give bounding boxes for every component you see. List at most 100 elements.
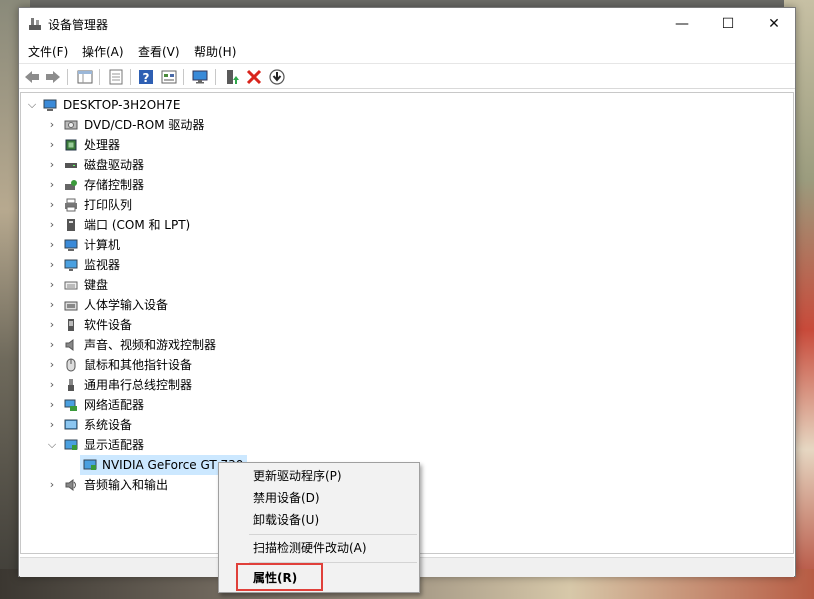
disk-drive-icon <box>65 163 77 168</box>
expand-chevron-icon[interactable]: › <box>47 415 57 435</box>
expand-chevron-icon[interactable]: › <box>47 375 57 395</box>
tree-category-speaker[interactable]: › 声音、视频和游戏控制器 <box>47 335 307 355</box>
expand-chevron-icon[interactable]: › <box>47 235 57 255</box>
menu-update-driver[interactable]: 更新驱动程序(P) <box>219 465 419 487</box>
menu-action[interactable]: 操作(A) <box>82 43 124 60</box>
computer-root-icon <box>43 99 57 111</box>
tree-category-label: 人体学输入设备 <box>84 298 169 312</box>
expand-chevron-icon[interactable]: › <box>47 135 57 155</box>
storage-controller-icon <box>65 180 77 190</box>
network-adapter-icon <box>64 399 77 411</box>
close-button[interactable]: ✕ <box>751 8 797 40</box>
menu-separator <box>249 534 417 535</box>
expand-chevron-icon[interactable]: › <box>47 335 57 355</box>
tree-category-storage-controller[interactable]: › 存储控制器 <box>47 175 307 195</box>
expand-chevron-icon[interactable]: › <box>47 195 57 215</box>
tree-category-hid[interactable]: › 人体学输入设备 <box>47 295 307 315</box>
minimize-button[interactable]: — <box>659 8 705 40</box>
display-adapter-icon <box>83 459 97 470</box>
usb-icon <box>68 379 74 391</box>
tree-category-label: 磁盘驱动器 <box>84 158 145 172</box>
display-adapter-icon <box>64 439 78 450</box>
tree-category-processor[interactable]: › 处理器 <box>47 135 307 155</box>
expand-chevron-icon[interactable]: › <box>47 275 57 295</box>
tree-category-label: 通用串行总线控制器 <box>84 378 193 392</box>
speaker-icon <box>65 339 74 351</box>
tree-category-software-device[interactable]: › 软件设备 <box>47 315 307 335</box>
monitor-icon[interactable] <box>191 68 209 86</box>
device-manager-icon <box>29 18 41 30</box>
tree-category-label: 音频输入和输出 <box>84 478 169 492</box>
menu-disable-device[interactable]: 禁用设备(D) <box>219 487 419 509</box>
expand-chevron-icon[interactable]: › <box>47 355 57 375</box>
maximize-button[interactable]: ☐ <box>705 8 751 40</box>
document-icon[interactable] <box>107 68 125 86</box>
tree-category-label: 鼠标和其他指针设备 <box>84 358 193 372</box>
tree-category-label: 监视器 <box>84 258 121 272</box>
svg-text:?: ? <box>143 71 150 85</box>
menu-help[interactable]: 帮助(H) <box>194 43 236 60</box>
tree-category-label: 声音、视频和游戏控制器 <box>84 338 217 352</box>
properties-grid-icon[interactable] <box>76 68 94 86</box>
tree-category-monitor[interactable]: › 监视器 <box>47 255 307 275</box>
expand-chevron-icon[interactable]: › <box>47 315 57 335</box>
collapse-chevron-icon[interactable]: ⌵ <box>47 435 57 455</box>
tree-category-dvd-drive[interactable]: › DVD/CD-ROM 驱动器 <box>47 115 307 135</box>
expand-chevron-icon[interactable]: › <box>47 255 57 275</box>
tree-category-label: 计算机 <box>84 238 121 252</box>
menu-uninstall-device[interactable]: 卸载设备(U) <box>219 509 419 531</box>
tree-root[interactable]: ⌵ DESKTOP-3H2OH7E <box>27 95 327 115</box>
title-bar[interactable]: 设备管理器 — ☐ ✕ <box>19 8 795 40</box>
tree-category-label: 处理器 <box>84 138 121 152</box>
help-icon[interactable]: ? <box>137 68 155 86</box>
tree-category-usb[interactable]: › 通用串行总线控制器 <box>47 375 307 395</box>
tree-category-label: 打印队列 <box>84 198 133 212</box>
toolbar: ? <box>19 63 795 89</box>
software-device-icon <box>68 319 74 331</box>
tree-category-system-device[interactable]: › 系统设备 <box>47 415 307 435</box>
tree-category-label: 端口 (COM 和 LPT) <box>84 218 191 232</box>
tree-category-printer[interactable]: › 打印队列 <box>47 195 307 215</box>
expand-chevron-icon[interactable]: › <box>47 215 57 235</box>
dvd-drive-icon <box>64 120 78 130</box>
monitor-icon <box>64 259 78 271</box>
expand-chevron-icon[interactable]: › <box>47 395 57 415</box>
tree-category-network-adapter[interactable]: › 网络适配器 <box>47 395 307 415</box>
properties-highlight-box <box>236 563 323 591</box>
back-arrow-icon[interactable] <box>23 68 41 86</box>
collapse-chevron-icon[interactable]: ⌵ <box>27 95 37 115</box>
computer-icon <box>64 239 78 251</box>
port-icon <box>67 219 75 231</box>
tree-category-label: 系统设备 <box>84 418 133 432</box>
menu-file[interactable]: 文件(F) <box>28 43 68 60</box>
tree-category-computer[interactable]: › 计算机 <box>47 235 307 255</box>
expand-chevron-icon[interactable]: › <box>47 115 57 135</box>
uninstall-x-icon[interactable] <box>245 68 263 86</box>
window-title: 设备管理器 <box>48 18 109 32</box>
system-device-icon <box>64 419 78 430</box>
keyboard-icon <box>64 281 78 290</box>
expand-chevron-icon[interactable]: › <box>47 155 57 175</box>
tree-category-label: DVD/CD-ROM 驱动器 <box>84 118 205 132</box>
expand-chevron-icon[interactable]: › <box>47 175 57 195</box>
download-icon[interactable] <box>268 68 286 86</box>
tree-category-keyboard[interactable]: › 键盘 <box>47 275 307 295</box>
expand-chevron-icon[interactable]: › <box>47 295 57 315</box>
update-driver-icon[interactable] <box>223 68 241 86</box>
tree-category-label: 网络适配器 <box>84 398 145 412</box>
tree-category-display-adapter[interactable]: ⌵ 显示适配器 <box>47 435 307 455</box>
menu-scan-hardware[interactable]: 扫描检测硬件改动(A) <box>219 537 419 559</box>
tree-category-label: 键盘 <box>84 278 109 292</box>
tree-category-label: 存储控制器 <box>84 178 145 192</box>
tree-category-disk-drive[interactable]: › 磁盘驱动器 <box>47 155 307 175</box>
forward-arrow-icon[interactable] <box>44 68 62 86</box>
computer-name: DESKTOP-3H2OH7E <box>63 98 181 112</box>
tree-category-mouse[interactable]: › 鼠标和其他指针设备 <box>47 355 307 375</box>
menu-view[interactable]: 查看(V) <box>138 43 180 60</box>
tree-category-label: 软件设备 <box>84 318 133 332</box>
view-icon[interactable] <box>160 68 178 86</box>
tree-category-port[interactable]: › 端口 (COM 和 LPT) <box>47 215 307 235</box>
expand-chevron-icon[interactable]: › <box>47 475 57 495</box>
processor-icon <box>65 139 77 151</box>
tree-category-label: 显示适配器 <box>84 438 145 452</box>
